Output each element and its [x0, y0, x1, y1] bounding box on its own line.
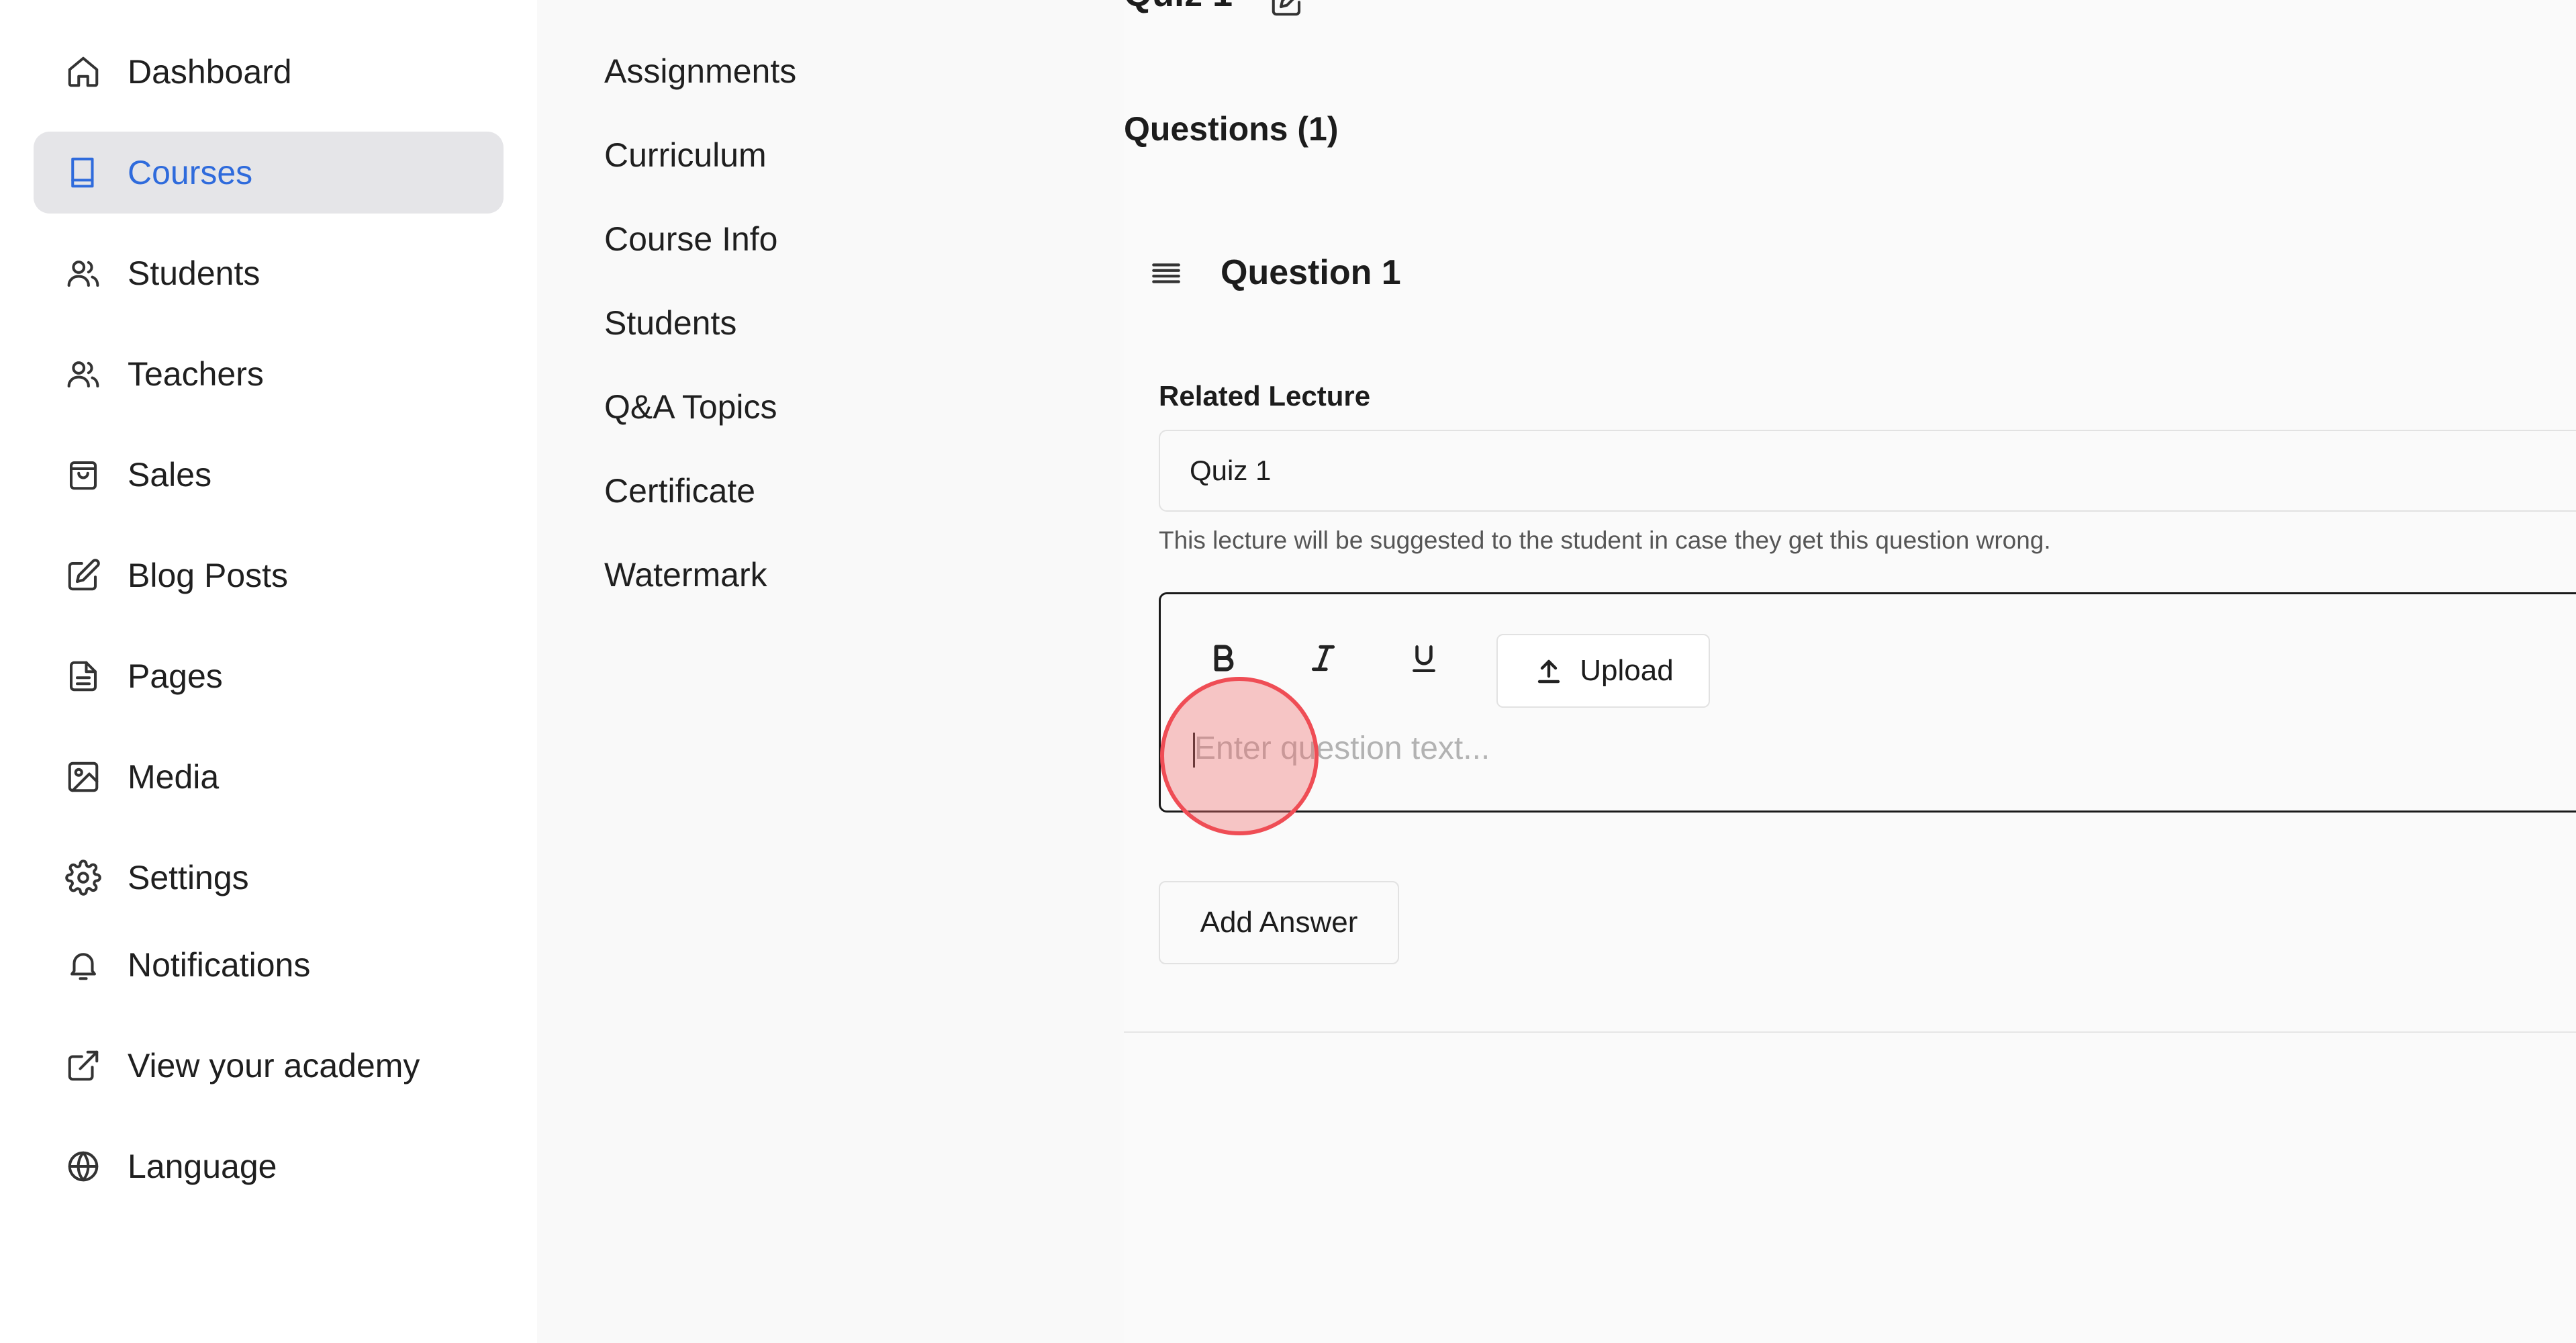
sidebar-item-teachers[interactable]: Teachers: [34, 333, 504, 415]
course-nav-curriculum[interactable]: Curriculum: [604, 135, 767, 175]
sidebar-item-courses[interactable]: Courses: [34, 132, 504, 214]
click-indicator: [1160, 677, 1319, 835]
edit-icon: [64, 557, 102, 594]
users-icon: [64, 355, 102, 393]
sidebar-item-label: Sales: [128, 456, 212, 494]
italic-button[interactable]: [1300, 635, 1347, 682]
course-subnav: Assignments Curriculum Course Info Stude…: [537, 0, 1124, 1343]
questions-heading: Questions (1): [1124, 110, 1339, 148]
sidebar-item-label: View your academy: [128, 1047, 420, 1084]
external-link-icon: [64, 1047, 102, 1084]
course-nav-watermark[interactable]: Watermark: [604, 555, 767, 595]
upload-button[interactable]: Upload: [1496, 634, 1710, 708]
related-lecture-hint: This lecture will be suggested to the st…: [1159, 526, 2051, 554]
sidebar-item-students[interactable]: Students: [34, 232, 504, 314]
file-icon: [64, 657, 102, 695]
book-icon: [64, 154, 102, 191]
course-nav-certificate[interactable]: Certificate: [604, 471, 755, 511]
image-icon: [64, 758, 102, 796]
drag-handle-icon[interactable]: [1149, 257, 1183, 290]
sidebar-item-language[interactable]: Language: [34, 1125, 504, 1207]
sidebar-item-label: Notifications: [128, 946, 311, 984]
course-nav-qa-topics[interactable]: Q&A Topics: [604, 387, 777, 427]
sidebar-item-pages[interactable]: Pages: [34, 635, 504, 717]
sidebar-item-label: Students: [128, 254, 260, 292]
quiz-editor: Quiz 1 Questions (1) Question 1 Related …: [1124, 0, 2576, 1343]
sidebar-item-label: Teachers: [128, 355, 264, 393]
sidebar-item-label: Blog Posts: [128, 557, 289, 594]
bell-icon: [64, 946, 102, 984]
sidebar-item-label: Pages: [128, 657, 223, 695]
bold-button[interactable]: [1200, 635, 1247, 682]
sidebar-item-sales[interactable]: Sales: [34, 434, 504, 516]
edit-title-icon[interactable]: [1269, 0, 1305, 19]
upload-label: Upload: [1580, 654, 1674, 687]
sidebar-item-blog-posts[interactable]: Blog Posts: [34, 535, 504, 616]
sidebar-item-label: Courses: [128, 154, 253, 191]
course-nav-assignments[interactable]: Assignments: [604, 51, 796, 91]
gear-icon: [64, 859, 102, 896]
globe-icon: [64, 1148, 102, 1185]
related-lecture-label: Related Lecture: [1159, 380, 1371, 412]
users-icon: [64, 254, 102, 292]
upload-icon: [1538, 659, 1560, 684]
question-title: Question 1: [1221, 253, 1401, 292]
sidebar-item-notifications[interactable]: Notifications: [34, 924, 504, 1006]
sidebar-item-view-your-academy[interactable]: View your academy: [34, 1025, 504, 1107]
home-icon: [64, 53, 102, 91]
sidebar-item-label: Dashboard: [128, 53, 292, 91]
related-lecture-select[interactable]: Quiz 1: [1159, 430, 2576, 512]
underline-icon: [1413, 645, 1435, 673]
divider: [1124, 1031, 2576, 1033]
course-nav-course-info[interactable]: Course Info: [604, 219, 777, 259]
underline-button[interactable]: [1400, 635, 1447, 682]
question-text-editor[interactable]: Upload Enter question text...: [1159, 592, 2576, 813]
bold-icon: [1214, 645, 1234, 672]
sidebar-item-media[interactable]: Media: [34, 736, 504, 818]
sidebar-item-label: Language: [128, 1148, 277, 1185]
sidebar-item-label: Media: [128, 758, 220, 796]
sidebar: Dashboard Courses Students Teachers Sale…: [0, 0, 537, 1343]
course-nav-students[interactable]: Students: [604, 303, 736, 343]
sidebar-item-label: Settings: [128, 859, 249, 896]
sidebar-item-settings[interactable]: Settings: [34, 837, 504, 919]
shopping-bag-icon: [64, 456, 102, 494]
add-answer-button[interactable]: Add Answer: [1159, 881, 1399, 964]
italic-icon: [1311, 645, 1335, 672]
quiz-title: Quiz 1: [1124, 0, 1233, 17]
sidebar-item-dashboard[interactable]: Dashboard: [34, 31, 504, 113]
